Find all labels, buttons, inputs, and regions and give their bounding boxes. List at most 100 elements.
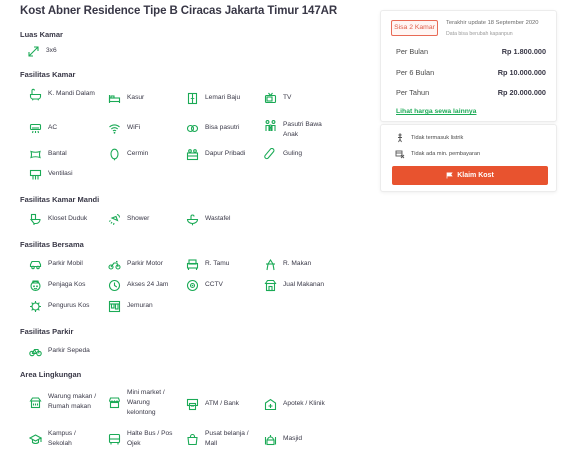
family-icon (264, 119, 277, 132)
section-title-fasilitas-bersama: Fasilitas Bersama (20, 240, 84, 249)
facility-item: ATM / Bank (186, 398, 239, 411)
shopping-bag-icon (186, 433, 199, 446)
facility-label: Halte Bus / Pos Ojek (127, 430, 173, 447)
manager-icon (29, 300, 42, 313)
price-period: Per Tahun (396, 88, 430, 97)
facility-item: Guling (264, 148, 303, 161)
facility-label: ATM / Bank (205, 400, 239, 407)
kitchen-icon (186, 148, 199, 161)
guard-icon (29, 279, 42, 292)
facility-label: Bisa pasutri (205, 124, 240, 131)
facility-label: Jual Makanan (283, 281, 325, 288)
facility-label: Pengurus Kos (48, 302, 90, 309)
facility-item: Pusat belanja / Mall (186, 429, 253, 449)
restaurant-icon (29, 396, 42, 409)
facility-label: Parkir Sepeda (48, 347, 90, 354)
facility-item: Apotek / Klinik (264, 398, 325, 411)
facility-item: Kasur (108, 93, 144, 105)
facility-item: Akses 24 Jam (108, 279, 169, 292)
facility-label: CCTV (205, 281, 223, 288)
sofa-icon (186, 258, 199, 271)
facility-label: Warung makan / Rumah makan (48, 393, 97, 410)
info-label: Tidak ada min. pembayaran (411, 151, 481, 157)
info-card: Tidak termasuk listrik Tidak ada min. pe… (380, 124, 557, 192)
clock-icon (108, 279, 121, 292)
facility-item: Warung makan / Rumah makan (29, 392, 100, 412)
shop-icon (108, 396, 121, 409)
sink-icon (186, 213, 199, 226)
facility-label: Wastafel (205, 215, 231, 222)
facility-item: Jual Makanan (264, 279, 325, 292)
room-size: 3x6 (27, 46, 57, 58)
facility-item: Bisa pasutri (186, 123, 239, 135)
other-prices-link[interactable]: Lihat harga sewa lainnya (396, 108, 476, 115)
facility-item: AC (29, 123, 57, 135)
facility-label: Ventilasi (48, 170, 73, 177)
facility-item: CCTV (186, 279, 223, 292)
info-row: Tidak ada min. pembayaran (395, 149, 480, 159)
atm-icon (186, 398, 199, 411)
facility-item: Pengurus Kos (29, 301, 89, 313)
update-disclaimer: Data bisa berubah kapanpun (446, 31, 513, 37)
facility-label: Akses 24 Jam (127, 281, 169, 288)
facility-item: Ventilasi (29, 169, 73, 181)
facility-item: Wastafel (186, 214, 230, 226)
mosque-icon (264, 433, 277, 446)
toilet-icon (29, 213, 42, 226)
facility-item: Lemari Baju (186, 92, 241, 105)
section-title-fasilitas-parkir: Fasilitas Parkir (20, 327, 74, 336)
claim-kost-label: Klaim Kost (457, 172, 494, 179)
bolster-icon (264, 148, 277, 161)
facility-label: Apotek / Klinik (283, 400, 325, 407)
no-electricity-icon (395, 133, 405, 143)
facility-item: TV (264, 92, 291, 105)
rooms-left-badge: Sisa 2 Kamar (391, 20, 438, 36)
facility-label: Jemuran (127, 302, 153, 309)
cctv-icon (186, 279, 199, 292)
ac-icon (29, 122, 42, 135)
facility-label: Dapur Pribadi (205, 150, 246, 157)
facility-label: Guling (283, 150, 303, 157)
motorcycle-icon (108, 258, 121, 271)
facility-item: R. Tamu (186, 259, 229, 271)
car-icon (29, 258, 42, 271)
facility-label: Masjid (283, 435, 303, 442)
info-label: Tidak termasuk listrik (411, 135, 464, 141)
bed-icon (108, 92, 121, 105)
facility-label: Lemari Baju (205, 94, 241, 101)
price-value: Rp 10.000.000 (497, 68, 546, 77)
section-title-fasilitas-kamar-mandi: Fasilitas Kamar Mandi (20, 195, 100, 204)
facility-label: R. Makan (283, 260, 312, 267)
claim-kost-button[interactable]: Klaim Kost (392, 166, 548, 185)
bicycle-icon (29, 345, 42, 358)
facility-item: Dapur Pribadi (186, 149, 245, 161)
section-title-fasilitas-kamar: Fasilitas Kamar (20, 70, 76, 79)
facility-item: Kloset Duduk (29, 213, 87, 226)
section-title-area-lingkungan: Area Lingkungan (20, 370, 82, 379)
price-value: Rp 20.000.000 (497, 88, 546, 97)
section-title-luas-kamar: Luas Kamar (20, 30, 63, 39)
clothesline-icon (108, 300, 121, 313)
price-value: Rp 1.800.000 (501, 47, 546, 56)
facility-item: Parkir Motor (108, 259, 163, 271)
facility-item: Parkir Mobil (29, 259, 83, 271)
price-row: Per Tahun Rp 20.000.000 (396, 88, 546, 97)
facility-label: Cermin (127, 150, 149, 157)
facility-label: AC (48, 124, 58, 131)
facility-item: Mini market / Warung kelontong (108, 388, 175, 418)
facility-label: WiFi (127, 124, 141, 131)
facility-item: Kampus / Sekolah (29, 429, 88, 449)
couple-icon (186, 122, 199, 135)
room-size-value: 3x6 (46, 47, 57, 54)
facility-item: Penjaga Kos (29, 280, 85, 292)
flag-icon (446, 172, 453, 179)
wifi-icon (108, 122, 121, 135)
last-update-text: Terakhir update 18 September 2020 (446, 20, 539, 26)
facility-label: Parkir Mobil (48, 260, 83, 267)
facility-item: Cermin (108, 148, 149, 161)
price-card: Sisa 2 Kamar Terakhir update 18 Septembe… (380, 10, 557, 122)
no-minimum-icon (395, 149, 405, 159)
facility-label: Kasur (127, 94, 145, 101)
facility-item: WiFi (108, 123, 140, 135)
shower-icon (108, 213, 121, 226)
